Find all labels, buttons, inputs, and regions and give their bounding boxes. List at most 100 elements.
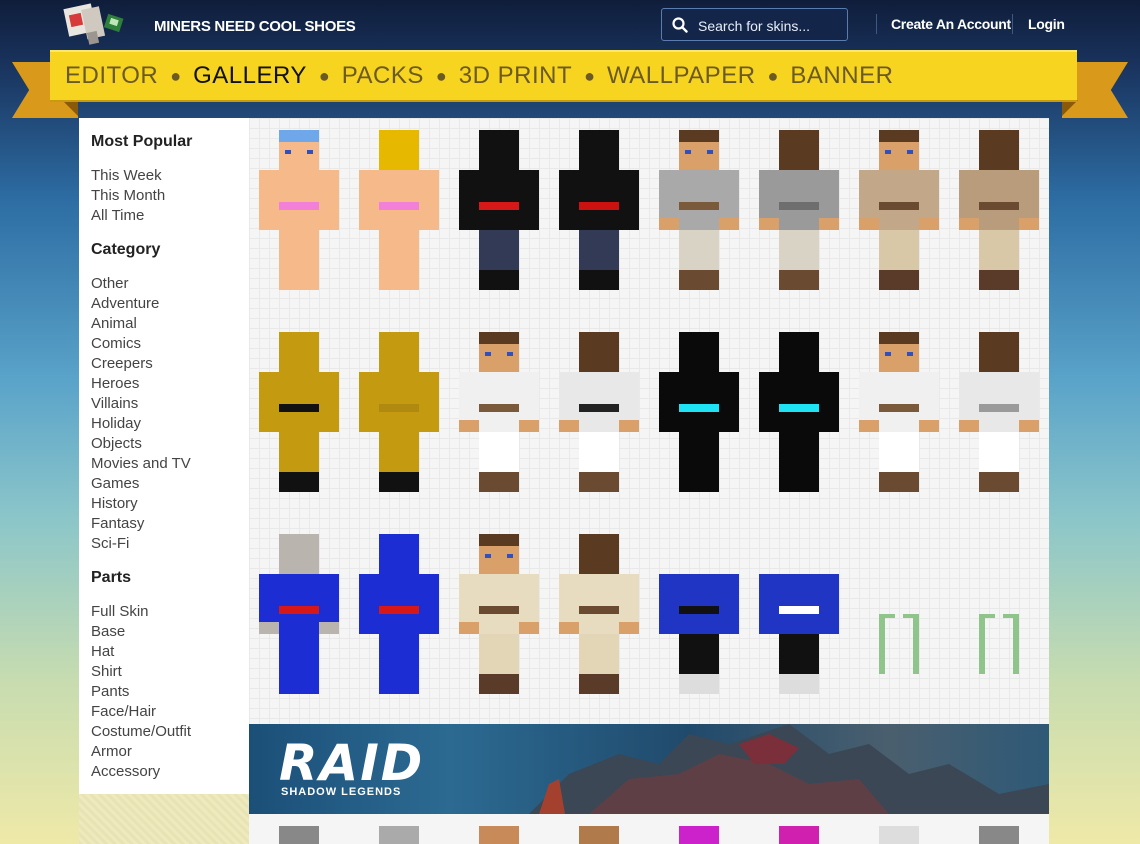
ad-dragon-art [529,724,1049,814]
sidebar-footer-pattern [79,794,249,844]
skin-thumbnail-partial[interactable] [679,826,719,844]
skin-figure [359,534,439,694]
skin-figure [259,534,339,694]
skin-thumbnail-red-black-girl-back[interactable] [549,118,649,318]
sidebar-link-holiday[interactable]: Holiday [91,415,141,432]
skin-figure [459,534,539,694]
sidebar-link-games[interactable]: Games [91,475,139,492]
skin-figure [959,130,1039,290]
skin-thumbnail-partial[interactable] [779,826,819,844]
advertisement-banner[interactable]: RAID SHADOW LEGENDS [249,724,1049,814]
ad-subtitle: SHADOW LEGENDS [281,786,402,798]
sidebar-link-adventure[interactable]: Adventure [91,295,159,312]
skin-thumbnail-bikini-girl-front[interactable] [249,118,349,318]
sidebar-link-base[interactable]: Base [91,623,125,640]
sidebar-heading-category: Category [91,241,161,258]
skin-thumbnail-white-jedi2-front[interactable] [849,320,949,520]
sidebar-link-other[interactable]: Other [91,275,129,292]
skin-figure [759,130,839,290]
skin-thumbnail-white-jedi-front[interactable] [449,320,549,520]
sidebar-link-face-hair[interactable]: Face/Hair [91,703,156,720]
sidebar-link-fantasy[interactable]: Fantasy [91,515,144,532]
skin-thumbnail-blue-hero-back[interactable] [349,522,449,722]
skin-thumbnail-grey-jedi-back[interactable] [749,118,849,318]
nav-banner[interactable]: BANNER [790,62,893,90]
search-input[interactable] [696,15,845,37]
skin-thumbnail-tan-jedi-back[interactable] [949,118,1049,318]
skin-thumbnail-blue-hero-front[interactable] [249,522,349,722]
skin-figure [259,332,339,492]
sidebar-link-history[interactable]: History [91,495,138,512]
nav-editor[interactable]: EDITOR [65,62,158,90]
skin-thumbnail-partial[interactable] [279,826,319,844]
skin-figure [559,534,639,694]
sidebar-link-shirt[interactable]: Shirt [91,663,122,680]
skin-thumbnail-cyan-creeper-back[interactable] [749,320,849,520]
sidebar-link-animal[interactable]: Animal [91,315,137,332]
create-account-link[interactable]: Create An Account [891,16,1011,32]
sidebar-link-this-month[interactable]: This Month [91,187,165,204]
sidebar-link-this-week[interactable]: This Week [91,167,162,184]
skin-figure [859,130,939,290]
skin-thumbnail-cream-jedi-front[interactable] [449,522,549,722]
skin-thumbnail-partial[interactable] [479,826,519,844]
site-logo-icon[interactable] [62,2,124,50]
skin-figure [759,574,839,694]
skin-thumbnail-cyan-creeper-front[interactable] [649,320,749,520]
sidebar-link-heroes[interactable]: Heroes [91,375,139,392]
skin-thumbnail-bikini-girl-back[interactable] [349,118,449,318]
sidebar-link-accessory[interactable]: Accessory [91,763,160,780]
skin-thumbnail-partial[interactable] [579,826,619,844]
skin-thumbnail-tpa-shirt-front[interactable] [649,522,749,722]
sidebar-link-movies-and-tv[interactable]: Movies and TV [91,455,191,472]
skin-figure [859,332,939,492]
header-divider [876,14,877,34]
sidebar-link-armor[interactable]: Armor [91,743,132,760]
skin-figure [759,332,839,492]
nav-separator: ● [584,65,595,86]
nav-gallery[interactable]: GALLERY [193,62,307,90]
sidebar-link-full-skin[interactable]: Full Skin [91,603,149,620]
skin-thumbnail-cream-jedi-back[interactable] [549,522,649,722]
sidebar-link-all-time[interactable]: All Time [91,207,144,224]
top-bar: MINERS NEED COOL SHOES Create An Account… [0,0,1140,50]
skin-thumbnail-partial[interactable] [979,826,1019,844]
skin-thumbnail-golden-creature-front[interactable] [249,320,349,520]
sidebar-link-comics[interactable]: Comics [91,335,141,352]
skin-thumbnail-white-jedi2-back[interactable] [949,320,1049,520]
nav-3d-print[interactable]: 3D PRINT [459,62,572,90]
sidebar-link-creepers[interactable]: Creepers [91,355,153,372]
skin-thumbnail-tpa-shirt-back[interactable] [749,522,849,722]
skin-figure [659,332,739,492]
sidebar-heading-popular: Most Popular [91,133,193,150]
nav-packs[interactable]: PACKS [342,62,424,90]
skin-thumbnail-golden-creature-back[interactable] [349,320,449,520]
skin-thumbnail-tan-jedi-front[interactable] [849,118,949,318]
skin-figure [459,130,539,290]
skin-figure [659,574,739,694]
skin-thumbnail-partial[interactable] [379,826,419,844]
sidebar-heading-parts: Parts [91,569,132,586]
skin-figure [559,332,639,492]
skin-thumbnail-white-jedi-back[interactable] [549,320,649,520]
skin-thumbnail-partial[interactable] [879,826,919,844]
sidebar-link-villains[interactable]: Villains [91,395,138,412]
nav-separator: ● [170,65,182,86]
sidebar-link-sci-fi[interactable]: Sci-Fi [91,535,129,552]
skin-thumbnail-grey-jedi-front[interactable] [649,118,749,318]
skin-thumbnail-red-black-girl-front[interactable] [449,118,549,318]
skin-figure [259,130,339,290]
site-name[interactable]: MINERS NEED COOL SHOES [154,18,356,35]
ad-title: RAID [279,734,425,792]
sidebar-link-hat[interactable]: Hat [91,643,114,660]
search-box[interactable] [661,8,848,41]
skin-thumbnail-green-vine-front[interactable] [849,522,949,722]
sidebar-link-pants[interactable]: Pants [91,683,129,700]
nav-wallpaper[interactable]: WALLPAPER [607,62,756,90]
login-link[interactable]: Login [1028,16,1065,32]
skin-figure [559,130,639,290]
skin-gallery-grid [249,118,1049,724]
sidebar-link-objects[interactable]: Objects [91,435,142,452]
skin-thumbnail-green-vine-back[interactable] [949,522,1049,722]
sidebar-link-costume-outfit[interactable]: Costume/Outfit [91,723,191,740]
